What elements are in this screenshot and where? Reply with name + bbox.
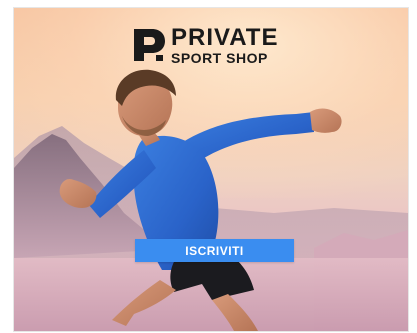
brand-logo[interactable]: PRIVATE SPORT SHOP (132, 25, 312, 65)
subscribe-button[interactable]: ISCRIVITI (135, 239, 294, 262)
rear-leg (112, 280, 176, 326)
right-hand (310, 108, 342, 133)
front-leg (212, 294, 258, 331)
logo-wordmark: PRIVATE SPORT SHOP (171, 23, 279, 66)
banner-ad[interactable]: PRIVATE SPORT SHOP ISCRIVITI (13, 7, 409, 332)
left-hand (59, 178, 97, 208)
logo-line-private: PRIVATE (171, 23, 279, 51)
private-sport-shop-logo-icon (134, 29, 165, 61)
logo-line-sport-shop: SPORT SHOP (171, 49, 268, 66)
